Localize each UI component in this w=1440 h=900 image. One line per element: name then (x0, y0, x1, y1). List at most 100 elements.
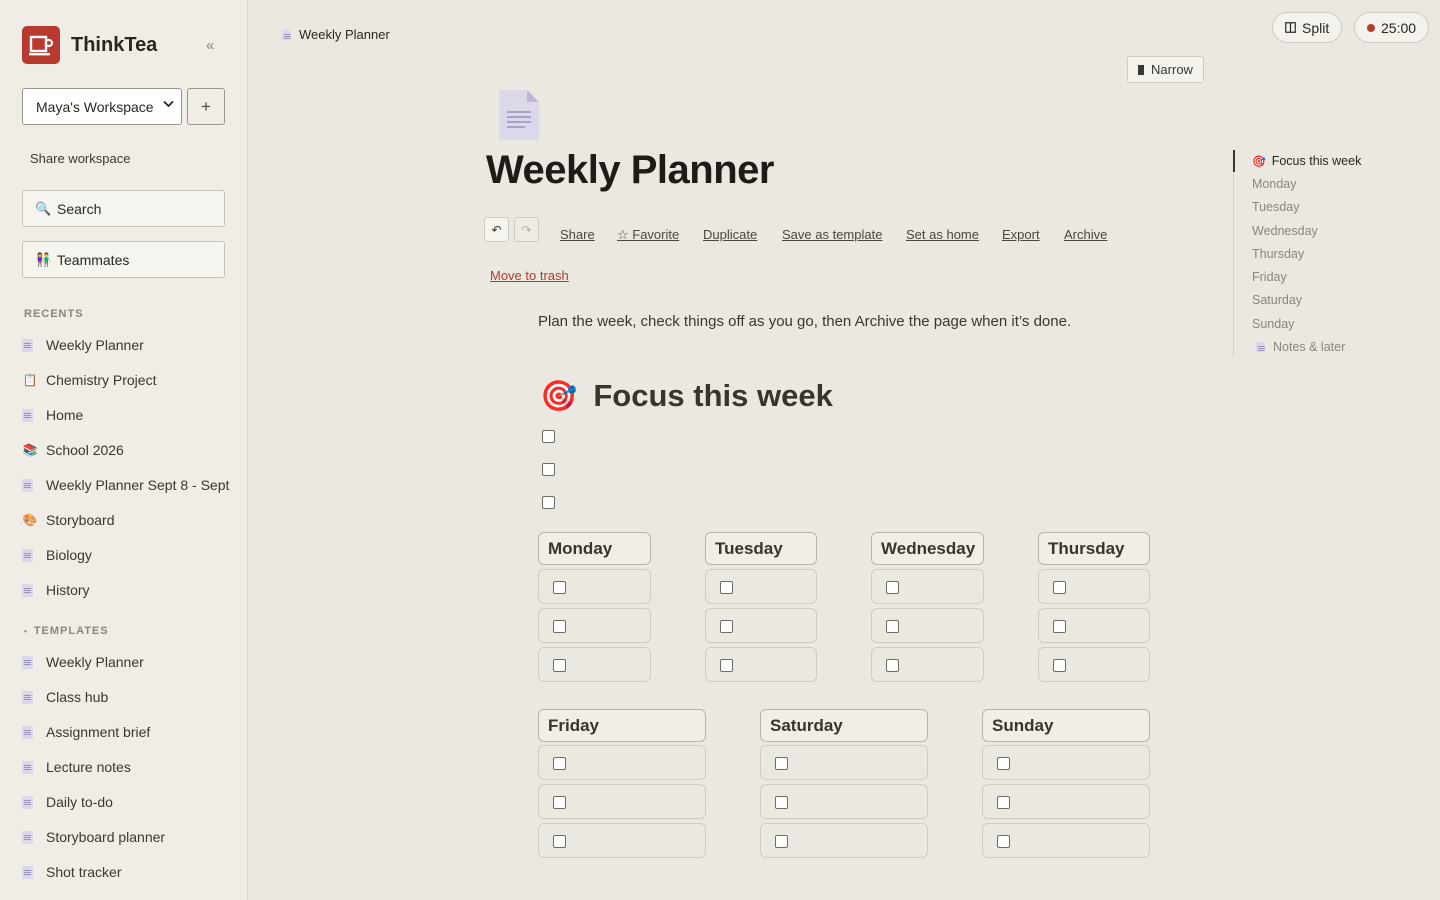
task-cell[interactable] (760, 784, 928, 819)
task-cell[interactable] (982, 823, 1150, 858)
task-cell[interactable] (760, 823, 928, 858)
template-item[interactable]: Shot tracker (22, 862, 234, 882)
template-item[interactable]: Daily to-do (22, 792, 234, 812)
task-cell[interactable] (705, 608, 817, 643)
task-checkbox[interactable] (997, 835, 1010, 848)
task-checkbox[interactable] (553, 620, 566, 633)
set-as-home-action[interactable]: Set as home (906, 227, 979, 242)
recents-heading: RECENTS (24, 308, 84, 320)
task-cell[interactable] (982, 784, 1150, 819)
recent-item[interactable]: Home (22, 405, 234, 425)
brand[interactable]: ThinkTea (22, 26, 157, 64)
doc-icon (1256, 342, 1265, 352)
task-checkbox[interactable] (997, 757, 1010, 770)
split-view-icon (1285, 22, 1296, 33)
task-checkbox[interactable] (553, 581, 566, 594)
template-item[interactable]: Assignment brief (22, 722, 234, 742)
task-cell[interactable] (871, 569, 984, 604)
task-cell[interactable] (871, 608, 984, 643)
template-item[interactable]: Class hub (22, 687, 234, 707)
templates-heading[interactable]: • TEMPLATES (24, 625, 109, 637)
task-checkbox[interactable] (553, 659, 566, 672)
archive-action[interactable]: Archive (1064, 227, 1107, 242)
task-checkbox[interactable] (720, 659, 733, 672)
recent-item[interactable]: Weekly Planner Sept 8 - Sept 14 (22, 475, 232, 495)
teammates-label: Teammates (57, 251, 130, 268)
task-cell[interactable] (871, 647, 984, 682)
toc-item-thursday[interactable]: Thursday (1252, 247, 1304, 261)
recent-item[interactable]: Biology (22, 545, 234, 565)
page-title[interactable]: Weekly Planner (486, 148, 774, 193)
task-cell[interactable] (1038, 608, 1150, 643)
narrow-button[interactable]: Narrow (1127, 56, 1204, 83)
task-checkbox[interactable] (720, 581, 733, 594)
toc-item-tuesday[interactable]: Tuesday (1252, 200, 1299, 214)
task-checkbox[interactable] (886, 659, 899, 672)
collapse-sidebar-icon[interactable]: « (206, 37, 214, 54)
task-checkbox[interactable] (775, 835, 788, 848)
move-to-trash-action[interactable]: Move to trash (490, 268, 569, 283)
task-cell[interactable] (538, 823, 706, 858)
toc-item-focus[interactable]: 🎯 Focus this week (1252, 154, 1361, 168)
task-checkbox[interactable] (553, 757, 566, 770)
toc-item-friday[interactable]: Friday (1252, 270, 1287, 284)
task-checkbox[interactable] (553, 796, 566, 809)
template-item[interactable]: Weekly Planner (22, 652, 234, 672)
template-item[interactable]: Lecture notes (22, 757, 234, 777)
templates-heading-label: TEMPLATES (33, 625, 109, 637)
toc-item-saturday[interactable]: Saturday (1252, 293, 1302, 307)
add-workspace-button[interactable]: + (187, 88, 225, 125)
task-checkbox[interactable] (1053, 581, 1066, 594)
recent-item[interactable]: Weekly Planner (22, 335, 234, 355)
task-cell[interactable] (538, 647, 651, 682)
toc-item-monday[interactable]: Monday (1252, 177, 1296, 191)
toc-item-notes[interactable]: Notes & later (1256, 340, 1345, 354)
breadcrumb[interactable]: Weekly Planner (282, 27, 390, 42)
task-checkbox[interactable] (886, 620, 899, 633)
split-button[interactable]: Split (1272, 12, 1343, 43)
task-cell[interactable] (538, 569, 651, 604)
task-checkbox[interactable] (720, 620, 733, 633)
task-cell[interactable] (705, 569, 817, 604)
task-checkbox[interactable] (997, 796, 1010, 809)
focus-checkbox[interactable] (542, 430, 555, 443)
recent-item[interactable]: History (22, 580, 234, 600)
share-action[interactable]: Share (560, 227, 595, 242)
task-cell[interactable] (1038, 569, 1150, 604)
task-cell[interactable] (538, 784, 706, 819)
task-checkbox[interactable] (775, 757, 788, 770)
task-cell[interactable] (982, 745, 1150, 780)
task-cell[interactable] (538, 608, 651, 643)
favorite-action[interactable]: ☆ Favorite (617, 227, 679, 243)
task-checkbox[interactable] (553, 835, 566, 848)
teammates-button[interactable]: 👫 Teammates (22, 241, 225, 278)
template-item-label: Class hub (46, 689, 109, 705)
workspace-select[interactable]: Maya's Workspace (22, 88, 182, 125)
task-cell[interactable] (705, 647, 817, 682)
recent-item[interactable]: 📚 School 2026 (22, 440, 234, 460)
search-button[interactable]: 🔍 Search (22, 190, 225, 227)
task-cell[interactable] (1038, 647, 1150, 682)
task-checkbox[interactable] (886, 581, 899, 594)
page-doc-icon[interactable] (497, 88, 539, 140)
pomodoro-timer-button[interactable]: 25:00 (1354, 12, 1430, 43)
task-cell[interactable] (760, 745, 928, 780)
recent-item[interactable]: 🎨 Storyboard (22, 510, 234, 530)
task-checkbox[interactable] (1053, 659, 1066, 672)
task-cell[interactable] (538, 745, 706, 780)
focus-checkbox[interactable] (542, 463, 555, 476)
redo-button[interactable]: ↷ (514, 217, 539, 242)
focus-checkbox[interactable] (542, 496, 555, 509)
toc-item-wednesday[interactable]: Wednesday (1252, 224, 1318, 238)
template-item[interactable]: Storyboard planner (22, 827, 234, 847)
recent-item[interactable]: 📋 Chemistry Project (22, 370, 234, 390)
duplicate-action[interactable]: Duplicate (703, 227, 757, 242)
day-heading-sunday: Sunday (982, 709, 1150, 742)
task-checkbox[interactable] (775, 796, 788, 809)
export-action[interactable]: Export (1002, 227, 1040, 242)
save-as-template-action[interactable]: Save as template (782, 227, 882, 242)
toc-item-sunday[interactable]: Sunday (1252, 317, 1294, 331)
task-checkbox[interactable] (1053, 620, 1066, 633)
share-workspace-link[interactable]: Share workspace (30, 151, 130, 166)
undo-button[interactable]: ↶ (484, 217, 509, 242)
